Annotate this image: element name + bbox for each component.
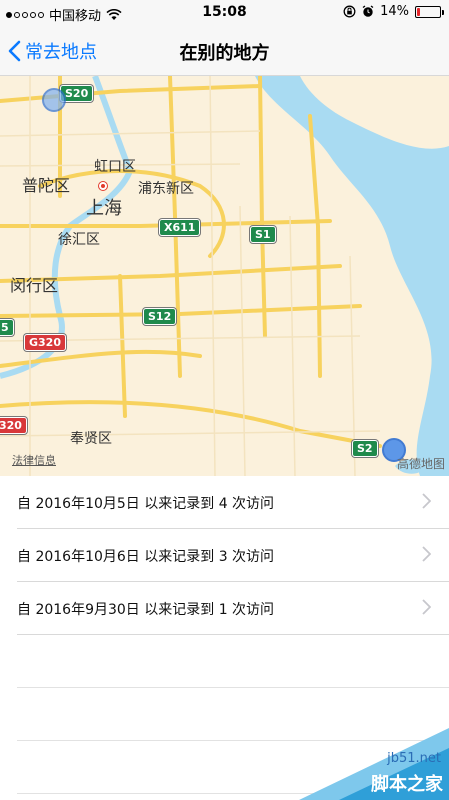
map-label-xuhui: 徐汇区 [58,232,100,248]
battery-icon [415,5,444,18]
list-item[interactable]: 自 2016年10月5日 以来记录到 4 次访问 [17,476,449,529]
map-label-shanghai: 上海 [86,198,122,219]
visit-text: 自 2016年10月6日 以来记录到 3 次访问 [17,549,275,565]
rotation-lock-icon [343,5,356,18]
legal-info-link[interactable]: 法律信息 [12,452,56,468]
map-label-putuo: 普陀区 [22,176,71,195]
amap-logo: 高德地图 [396,457,445,471]
highway-shield-partial-red: 320 [0,417,27,434]
highway-shield-x611: X611 [159,219,201,236]
map-label-pudong: 浦东新区 [138,181,194,197]
chevron-right-icon [422,493,431,509]
map-label-hongkou: 虹口区 [94,159,136,175]
navigation-bar: 常去地点 在别的地方 [0,26,449,76]
list-item[interactable]: 自 2016年9月30日 以来记录到 1 次访问 [17,582,449,635]
empty-row [17,635,449,688]
watermark: jb51.net 脚本之家 [299,728,449,800]
alarm-clock-icon [362,5,374,17]
highway-shield-g320: G320 [24,334,66,351]
page-title: 在别的地方 [179,43,270,64]
map-base-layer [0,76,449,476]
highway-shield-s1: S1 [250,226,276,243]
status-right: 14% [343,4,444,19]
location-pin-icon[interactable] [42,88,66,112]
visit-text: 自 2016年9月30日 以来记录到 1 次访问 [17,602,275,618]
highway-shield-partial: 5 [0,319,14,336]
map-label-fengxian: 奉贤区 [70,431,112,447]
chevron-right-icon [422,546,431,562]
chevron-right-icon [422,599,431,615]
battery-percent: 14% [380,4,409,19]
highway-shield-s2: S2 [352,440,378,457]
status-bar: 中国移动 15:08 14% [0,0,449,26]
watermark-url: jb51.net [387,751,441,766]
map-label-minhang: 闵行区 [10,276,59,295]
list-item[interactable]: 自 2016年10月6日 以来记录到 3 次访问 [17,529,449,582]
visit-text: 自 2016年10月5日 以来记录到 4 次访问 [17,496,275,512]
city-marker-icon [99,182,107,190]
highway-shield-s12: S12 [143,308,177,325]
watermark-name: 脚本之家 [371,774,443,795]
map-view[interactable]: 普陀区 虹口区 浦东新区 上海 徐汇区 闵行区 奉贤区 S20 X611 S1 … [0,76,449,476]
